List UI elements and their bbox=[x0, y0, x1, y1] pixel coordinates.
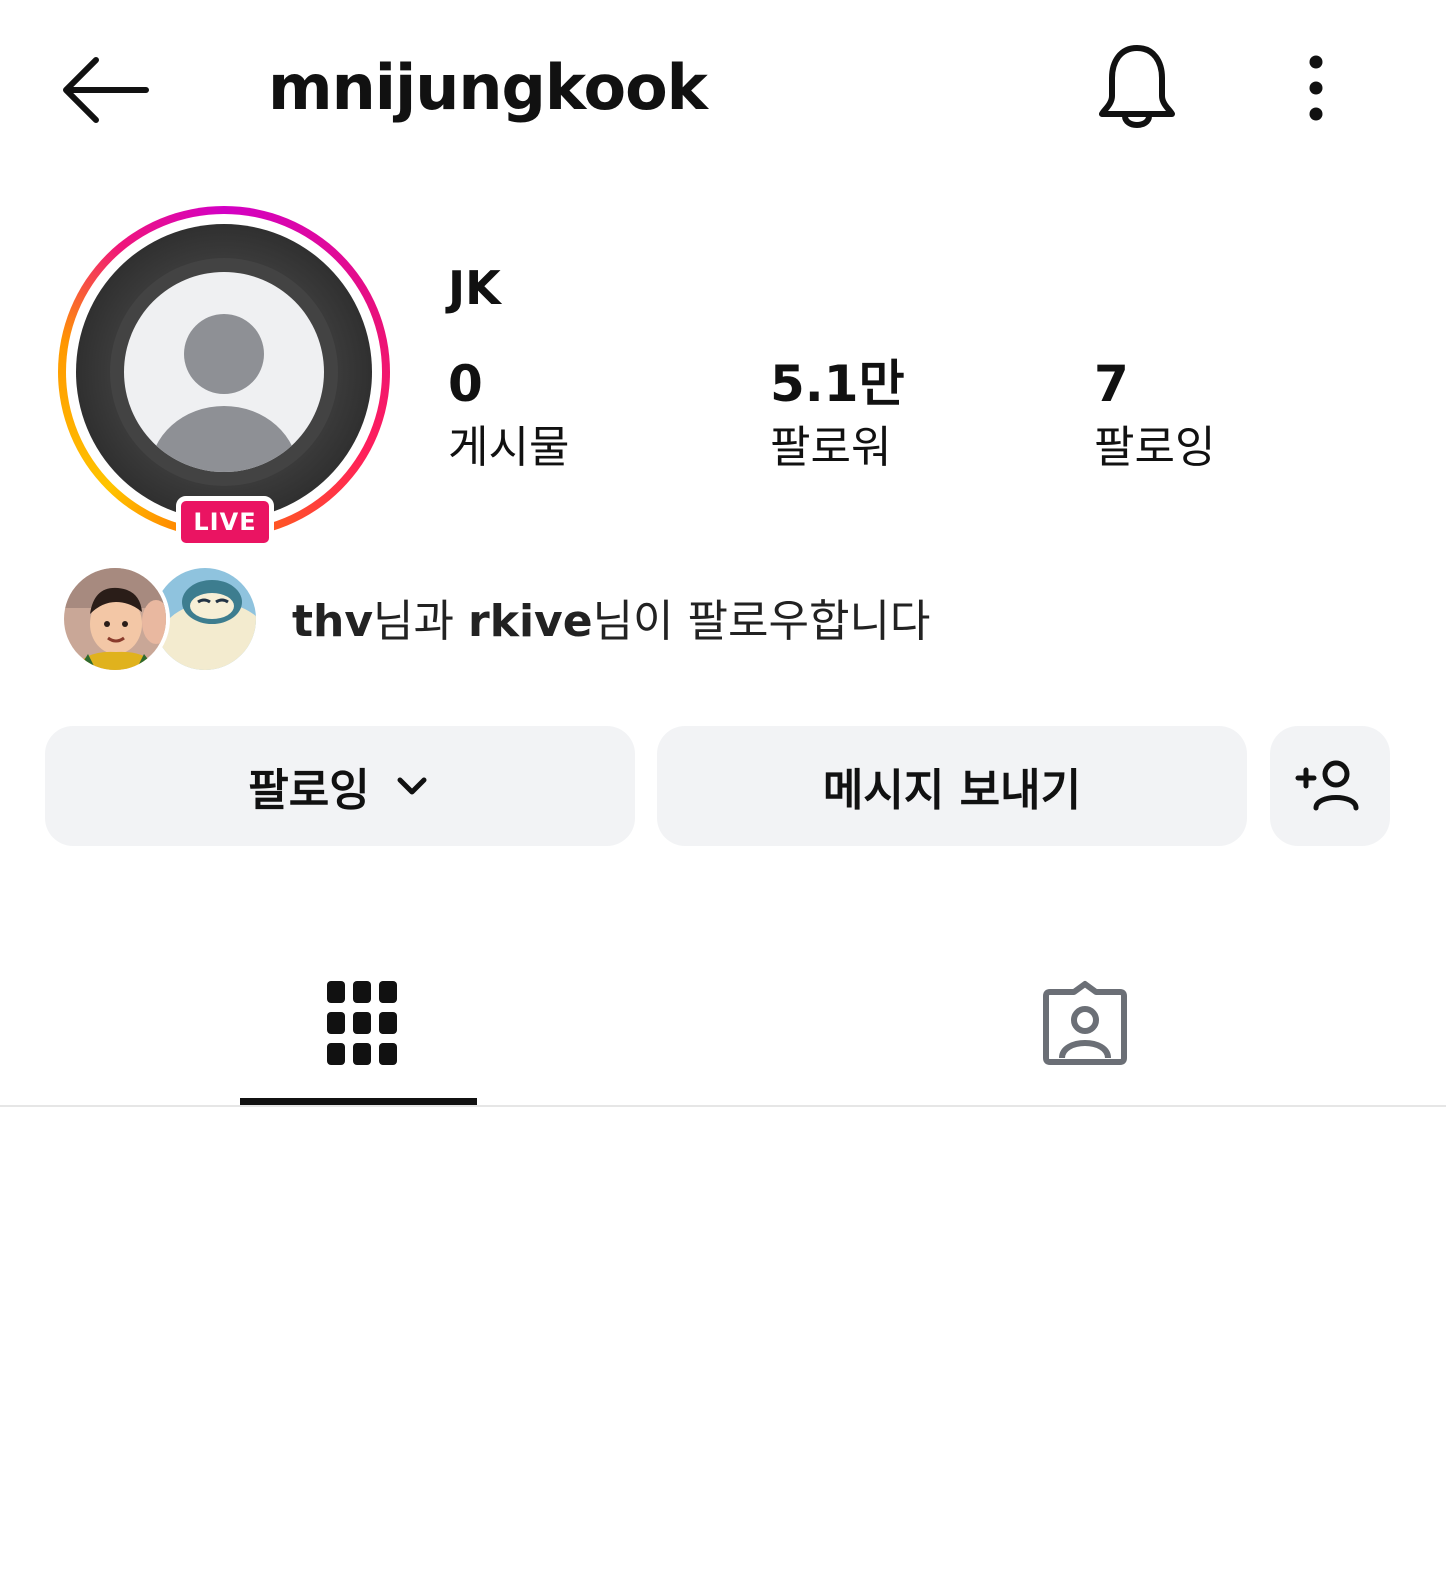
suggest-people-button[interactable] bbox=[1270, 726, 1390, 846]
grid-icon bbox=[326, 981, 397, 1065]
bell-icon bbox=[1099, 45, 1175, 128]
following-dropdown-button[interactable]: 팔로잉 bbox=[45, 726, 635, 846]
tagged-person-icon bbox=[1042, 981, 1127, 1065]
add-person-icon bbox=[1295, 760, 1359, 811]
mutual-followers-text[interactable]: thv님과 rkive님이 팔로우합니다 bbox=[292, 590, 930, 654]
posts-label: 게시물 bbox=[448, 422, 570, 473]
following-button-label: 팔로잉 bbox=[248, 765, 370, 816]
message-button-label: 메시지 보내기 bbox=[822, 765, 1082, 816]
message-button[interactable]: 메시지 보내기 bbox=[657, 726, 1247, 846]
profile-username: mnijungkook bbox=[268, 51, 708, 124]
back-button[interactable] bbox=[58, 52, 154, 128]
mutual-user-2[interactable]: rkive bbox=[468, 596, 593, 647]
more-vertical-icon bbox=[1309, 55, 1323, 121]
display-name: JK bbox=[448, 261, 501, 315]
mutual-user-1[interactable]: thv bbox=[292, 596, 373, 647]
tab-tagged[interactable] bbox=[723, 940, 1446, 1106]
active-tab-indicator bbox=[240, 1098, 477, 1105]
profile-avatar[interactable] bbox=[58, 206, 390, 538]
following-label[interactable]: 팔로잉 bbox=[1094, 418, 1215, 478]
followers-label[interactable]: 팔로워 bbox=[770, 418, 891, 478]
posts-count: 0 bbox=[448, 355, 483, 413]
arrow-left-icon bbox=[63, 57, 149, 123]
more-options-button[interactable] bbox=[1288, 48, 1344, 132]
tab-posts-grid[interactable] bbox=[0, 940, 723, 1106]
following-count[interactable]: 7 bbox=[1094, 352, 1129, 416]
notifications-button[interactable] bbox=[1092, 40, 1182, 136]
live-badge: LIVE bbox=[176, 496, 274, 548]
person-silhouette-icon bbox=[150, 314, 298, 472]
default-avatar-image bbox=[124, 272, 324, 472]
followers-count[interactable]: 5.1만 bbox=[770, 352, 905, 416]
child-photo-avatar-image bbox=[64, 568, 166, 670]
tabs-divider bbox=[0, 1105, 1446, 1107]
chevron-down-icon bbox=[397, 777, 427, 795]
mutual-follower-avatar-1[interactable] bbox=[60, 564, 170, 674]
